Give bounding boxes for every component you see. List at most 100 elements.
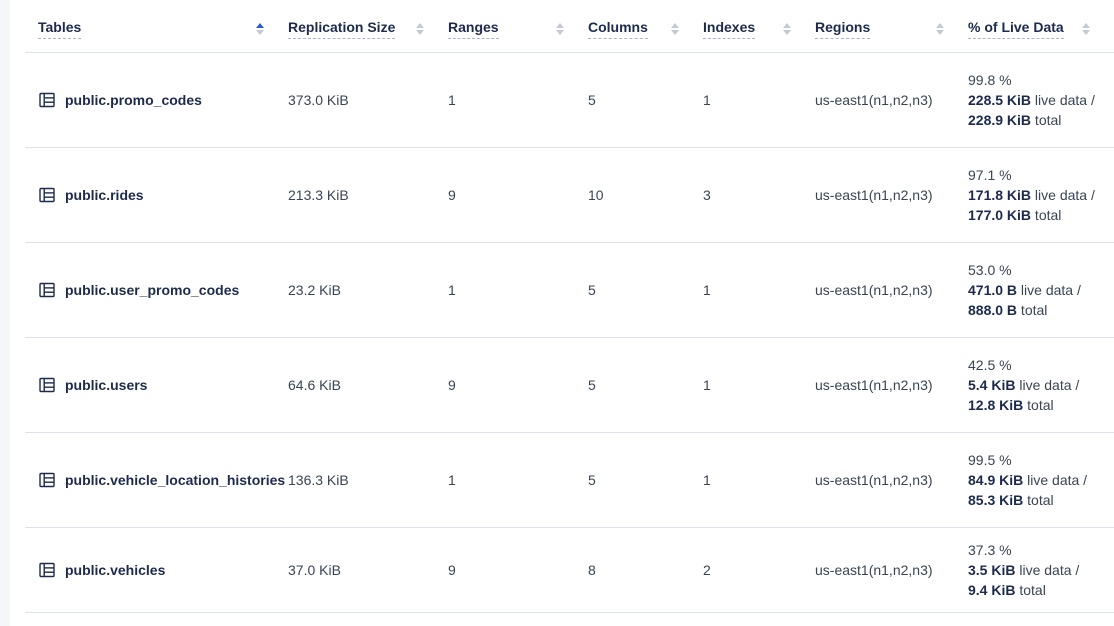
table-icon (38, 561, 56, 579)
live-data-amount: 84.9 KiB live data / (968, 470, 1114, 490)
live-data-percent: 37.3 % (968, 540, 1114, 560)
table-name-link[interactable]: public.vehicle_location_histories (65, 472, 285, 488)
table-row: public.users 64.6 KiB 9 5 1 us-east1(n1,… (25, 337, 1114, 432)
regions-cell: us-east1(n1,n2,n3) (815, 432, 968, 527)
database-tables-panel: Tables Replication Size Ranges (10, 0, 1114, 626)
column-header-indexes[interactable]: Indexes (703, 0, 815, 52)
indexes-cell: 3 (703, 147, 815, 242)
sort-icon (256, 23, 264, 35)
table-name-cell: public.promo_codes (25, 52, 288, 147)
regions-cell: us-east1(n1,n2,n3) (815, 242, 968, 337)
total-data-amount: 177.0 KiB total (968, 205, 1114, 225)
ranges-cell: 1 (448, 242, 588, 337)
column-header-tables[interactable]: Tables (25, 0, 288, 52)
column-header-live-data[interactable]: % of Live Data (968, 0, 1114, 52)
table-name-cell: public.vehicle_location_histories (25, 432, 288, 527)
live-data-cell: 97.1 % 171.8 KiB live data / 177.0 KiB t… (968, 147, 1114, 242)
regions-cell: us-east1(n1,n2,n3) (815, 147, 968, 242)
live-data-amount: 471.0 B live data / (968, 280, 1114, 300)
column-header-live-data-label: % of Live Data (968, 19, 1064, 39)
table-icon (38, 281, 56, 299)
table-name-cell: public.users (25, 337, 288, 432)
table-name-cell: public.rides (25, 147, 288, 242)
column-header-ranges-label: Ranges (448, 19, 499, 39)
sort-icon (416, 23, 424, 35)
replication-size-cell: 136.3 KiB (288, 432, 448, 527)
live-data-percent: 53.0 % (968, 260, 1114, 280)
regions-cell: us-east1(n1,n2,n3) (815, 337, 968, 432)
indexes-cell: 1 (703, 242, 815, 337)
sort-icon (556, 23, 564, 35)
column-header-replication-size-label: Replication Size (288, 19, 395, 39)
total-data-amount: 228.9 KiB total (968, 110, 1114, 130)
table-header-row: Tables Replication Size Ranges (25, 0, 1114, 52)
table-row: public.promo_codes 373.0 KiB 1 5 1 us-ea… (25, 52, 1114, 147)
table-name-link[interactable]: public.promo_codes (65, 92, 202, 108)
table-icon (38, 91, 56, 109)
table-name-link[interactable]: public.vehicles (65, 562, 165, 578)
live-data-amount: 228.5 KiB live data / (968, 90, 1114, 110)
ranges-cell: 9 (448, 147, 588, 242)
table-name-cell: public.user_promo_codes (25, 242, 288, 337)
ranges-cell: 9 (448, 337, 588, 432)
columns-cell: 8 (588, 527, 703, 612)
live-data-amount: 5.4 KiB live data / (968, 375, 1114, 395)
ranges-cell: 1 (448, 52, 588, 147)
live-data-percent: 99.8 % (968, 70, 1114, 90)
total-data-amount: 12.8 KiB total (968, 395, 1114, 415)
indexes-cell: 1 (703, 52, 815, 147)
sort-icon (936, 23, 944, 35)
column-header-columns-label: Columns (588, 19, 648, 39)
column-header-regions[interactable]: Regions (815, 0, 968, 52)
regions-cell: us-east1(n1,n2,n3) (815, 52, 968, 147)
indexes-cell: 2 (703, 527, 815, 612)
live-data-cell: 53.0 % 471.0 B live data / 888.0 B total (968, 242, 1114, 337)
indexes-cell: 1 (703, 337, 815, 432)
live-data-cell: 99.8 % 228.5 KiB live data / 228.9 KiB t… (968, 52, 1114, 147)
sort-icon (783, 23, 791, 35)
live-data-percent: 99.5 % (968, 450, 1114, 470)
total-data-amount: 9.4 KiB total (968, 580, 1114, 600)
live-data-amount: 3.5 KiB live data / (968, 560, 1114, 580)
table-row: public.vehicle_location_histories 136.3 … (25, 432, 1114, 527)
table-name-cell: public.vehicles (25, 527, 288, 612)
replication-size-cell: 213.3 KiB (288, 147, 448, 242)
column-header-replication-size[interactable]: Replication Size (288, 0, 448, 52)
columns-cell: 5 (588, 242, 703, 337)
table-name-link[interactable]: public.rides (65, 187, 144, 203)
columns-cell: 5 (588, 337, 703, 432)
table-name-link[interactable]: public.user_promo_codes (65, 282, 239, 298)
database-tables-table: Tables Replication Size Ranges (25, 0, 1114, 613)
live-data-cell: 37.3 % 3.5 KiB live data / 9.4 KiB total (968, 527, 1114, 612)
column-header-columns[interactable]: Columns (588, 0, 703, 52)
ranges-cell: 1 (448, 432, 588, 527)
replication-size-cell: 64.6 KiB (288, 337, 448, 432)
live-data-amount: 171.8 KiB live data / (968, 185, 1114, 205)
total-data-amount: 888.0 B total (968, 300, 1114, 320)
replication-size-cell: 23.2 KiB (288, 242, 448, 337)
table-icon (38, 471, 56, 489)
regions-cell: us-east1(n1,n2,n3) (815, 527, 968, 612)
columns-cell: 5 (588, 432, 703, 527)
live-data-percent: 42.5 % (968, 355, 1114, 375)
column-header-regions-label: Regions (815, 19, 870, 39)
indexes-cell: 1 (703, 432, 815, 527)
table-icon (38, 376, 56, 394)
sort-icon (1082, 23, 1090, 35)
live-data-percent: 97.1 % (968, 165, 1114, 185)
table-icon (38, 186, 56, 204)
table-name-link[interactable]: public.users (65, 377, 147, 393)
table-row: public.rides 213.3 KiB 9 10 3 us-east1(n… (25, 147, 1114, 242)
column-header-ranges[interactable]: Ranges (448, 0, 588, 52)
columns-cell: 5 (588, 52, 703, 147)
replication-size-cell: 37.0 KiB (288, 527, 448, 612)
column-header-indexes-label: Indexes (703, 19, 755, 39)
total-data-amount: 85.3 KiB total (968, 490, 1114, 510)
replication-size-cell: 373.0 KiB (288, 52, 448, 147)
table-row: public.user_promo_codes 23.2 KiB 1 5 1 u… (25, 242, 1114, 337)
column-header-tables-label: Tables (38, 19, 81, 39)
columns-cell: 10 (588, 147, 703, 242)
table-row: public.vehicles 37.0 KiB 9 8 2 us-east1(… (25, 527, 1114, 612)
live-data-cell: 42.5 % 5.4 KiB live data / 12.8 KiB tota… (968, 337, 1114, 432)
sort-icon (671, 23, 679, 35)
